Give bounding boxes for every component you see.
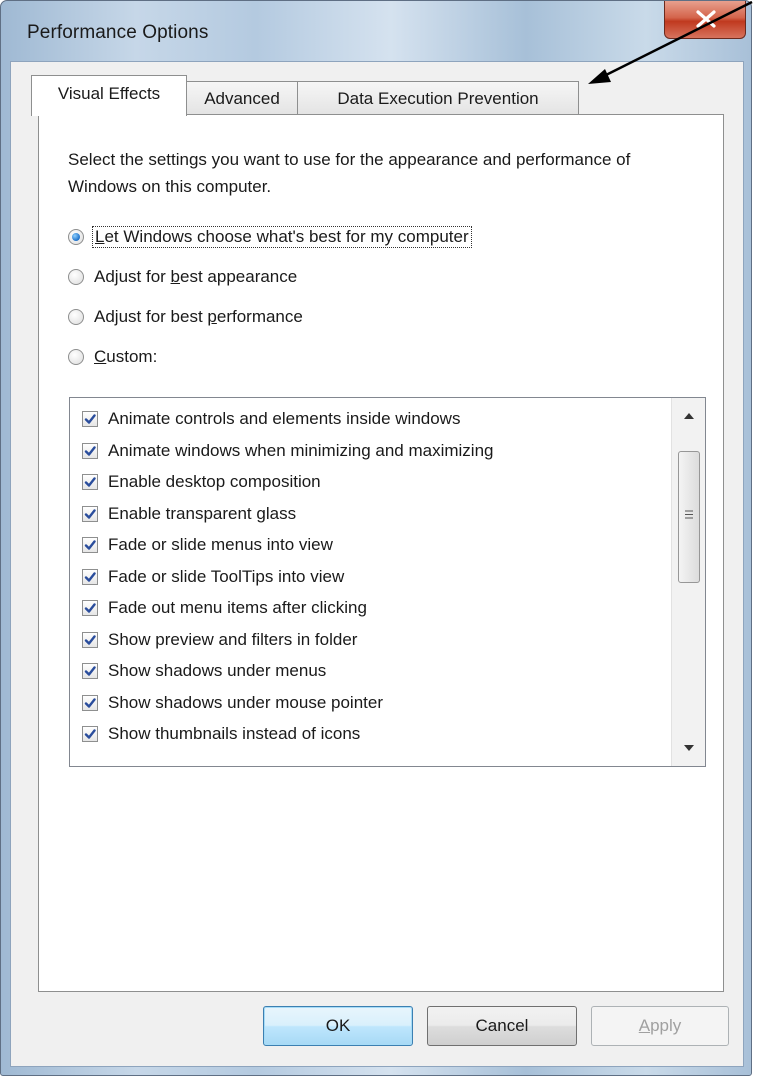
scroll-down-icon [683, 745, 694, 751]
cancel-button[interactable]: Cancel [427, 1006, 577, 1046]
check-icon [84, 571, 96, 582]
effect-checkbox[interactable] [82, 411, 98, 427]
close-icon [696, 10, 716, 28]
ok-button[interactable]: OK [263, 1006, 413, 1046]
radio-best-appearance[interactable]: Adjust for best appearance [68, 264, 299, 290]
close-button[interactable] [664, 1, 746, 39]
effect-label: Animate windows when minimizing and maxi… [108, 440, 494, 460]
list-item[interactable]: Show shadows under mouse pointer [82, 688, 383, 718]
effect-checkbox[interactable] [82, 726, 98, 742]
effect-checkbox[interactable] [82, 568, 98, 585]
radio-custom[interactable]: Custom: [68, 344, 159, 370]
scroll-up-icon [683, 413, 694, 419]
effect-label: Fade out menu items after clicking [108, 598, 367, 617]
list-item[interactable]: Fade or slide ToolTips into view [82, 562, 344, 592]
check-icon [84, 508, 96, 519]
list-item[interactable]: Show shadows under menus [82, 656, 326, 686]
list-item[interactable]: Enable desktop composition [82, 467, 321, 497]
radio-label: Let Windows choose what's best for my co… [92, 226, 472, 248]
dialog-body: Visual Effects Advanced Data Execution P… [10, 61, 744, 1067]
radio-button[interactable] [68, 309, 84, 325]
effect-checkbox[interactable] [82, 505, 98, 522]
list-item[interactable]: Fade out menu items after clicking [82, 593, 367, 623]
title-bar[interactable]: Performance Options [1, 1, 751, 63]
effect-checkbox[interactable] [82, 663, 98, 679]
list-item[interactable]: Animate controls and elements inside win… [82, 404, 460, 434]
visual-effects-panel: Select the settings you want to use for … [38, 114, 724, 992]
check-icon [84, 603, 96, 613]
effect-checkbox[interactable] [82, 442, 98, 459]
radio-best-performance[interactable]: Adjust for best performance [68, 304, 305, 330]
check-icon [84, 540, 96, 550]
effect-label: Show shadows under mouse pointer [108, 692, 383, 712]
effect-label: Show shadows under menus [108, 661, 327, 680]
effect-checkbox[interactable] [82, 600, 98, 616]
list-item[interactable]: Fade or slide menus into view [82, 530, 333, 560]
effect-checkbox[interactable] [82, 694, 98, 711]
effect-label: Fade or slide ToolTips into view [108, 566, 345, 586]
effect-checkbox[interactable] [82, 631, 98, 648]
effect-label: Show thumbnails instead of icons [108, 724, 361, 743]
scroll-down-button[interactable] [672, 730, 705, 766]
tab-advanced[interactable]: Advanced [186, 81, 298, 114]
effects-list[interactable]: Animate controls and elements inside win… [69, 397, 706, 767]
radio-button[interactable] [68, 229, 84, 245]
scroll-up-button[interactable] [672, 398, 705, 434]
grip-icon [685, 510, 693, 519]
check-icon [84, 477, 96, 487]
list-item[interactable]: Enable transparent glass [82, 499, 296, 529]
check-icon [84, 697, 96, 708]
radio-button[interactable] [68, 269, 84, 285]
performance-options-window: Performance Options Visual Effects Advan… [0, 0, 752, 1076]
radio-label: Custom: [94, 347, 158, 366]
radio-button[interactable] [68, 349, 84, 365]
scroll-thumb[interactable] [678, 451, 700, 583]
effect-label: Show preview and filters in folder [108, 629, 358, 649]
list-item[interactable]: Animate windows when minimizing and maxi… [82, 436, 494, 466]
check-icon [84, 445, 96, 456]
effect-label: Animate controls and elements inside win… [108, 409, 461, 428]
radio-label: Adjust for best performance [94, 307, 303, 326]
tab-data-execution-prevention[interactable]: Data Execution Prevention [297, 81, 579, 114]
vertical-scrollbar[interactable] [671, 398, 705, 766]
effect-checkbox[interactable] [82, 537, 98, 553]
radio-let-windows-choose[interactable]: Let Windows choose what's best for my co… [68, 224, 472, 250]
effect-label: Enable desktop composition [108, 472, 321, 491]
list-item[interactable]: Show thumbnails instead of icons [82, 719, 360, 749]
check-icon [84, 414, 96, 424]
window-title: Performance Options [27, 22, 209, 43]
radio-label: Adjust for best appearance [94, 267, 298, 286]
description-text: Select the settings you want to use for … [68, 150, 631, 196]
check-icon [84, 634, 96, 645]
effect-checkbox[interactable] [82, 474, 98, 490]
tab-visual-effects[interactable]: Visual Effects [31, 75, 187, 116]
apply-button[interactable]: Apply [591, 1006, 729, 1046]
list-item[interactable]: Show preview and filters in folder [82, 625, 357, 655]
check-icon [84, 729, 96, 739]
effect-label: Fade or slide menus into view [108, 535, 333, 554]
check-icon [84, 666, 96, 676]
effect-label: Enable transparent glass [108, 503, 297, 523]
